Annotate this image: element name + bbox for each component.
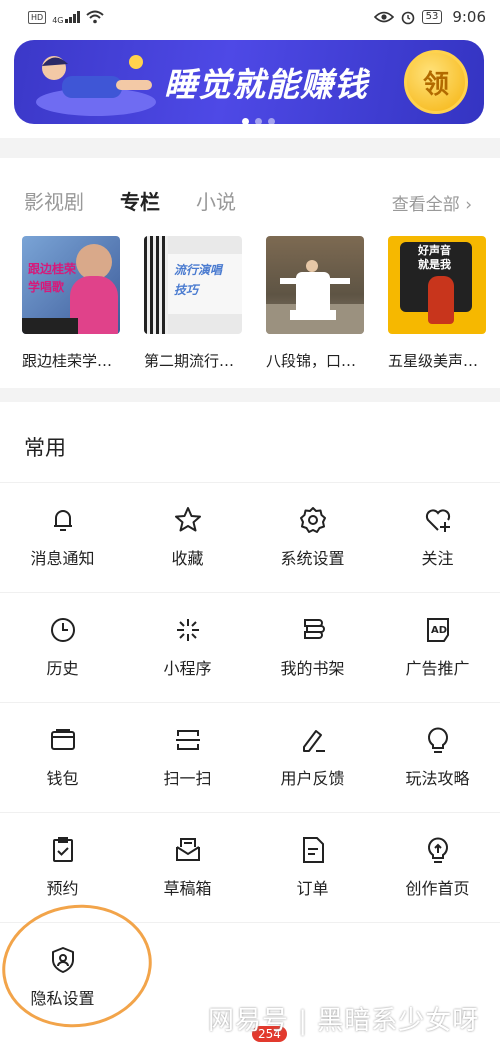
shortcut-label: 玩法攻略 (405, 769, 470, 788)
content-tabs: 影视剧 专栏 小说 (24, 186, 236, 215)
order-icon (302, 837, 324, 863)
shortcut-label: 消息通知 (30, 549, 95, 568)
card-thumbnail: 流行演唱 技巧 (144, 236, 242, 334)
shortcut-label: 预约 (46, 879, 79, 898)
content-card[interactable]: 好声音 就是我 五星级美声… (388, 236, 486, 371)
card-list: 跟边桂荣 学唱歌 跟边桂荣学… 流行演唱 技巧 第二期流行… 八段锦，口… 好声… (22, 236, 486, 371)
shortcut-label: 订单 (296, 879, 329, 898)
feedback-icon (302, 730, 325, 752)
shortcut-row: 历史 小程序 我的书架 AD 广告推广 (0, 592, 500, 702)
shortcut-orders[interactable]: 订单 (250, 813, 375, 922)
tab-column[interactable]: 专栏 (120, 186, 160, 215)
shortcut-label: 收藏 (171, 549, 204, 568)
wifi-icon (86, 10, 105, 24)
shortcut-row: 消息通知 收藏 系统设置 关注 (0, 482, 500, 592)
shortcut-label: 扫一扫 (163, 769, 212, 788)
card-title: 第二期流行… (144, 352, 235, 370)
shortcut-label: 广告推广 (405, 659, 470, 678)
content-card[interactable]: 流行演唱 技巧 第二期流行… (144, 236, 242, 371)
shortcut-history[interactable]: 历史 (0, 593, 125, 702)
card-thumbnail-text: 跟边桂荣 学唱歌 (28, 262, 77, 294)
shortcut-label: 我的书架 (280, 659, 345, 678)
star-icon (174, 507, 201, 532)
content-card[interactable]: 八段锦，口… (266, 236, 364, 371)
shortcut-favorites[interactable]: 收藏 (125, 483, 250, 592)
card-title: 八段锦，口… (266, 352, 357, 370)
card-title: 跟边桂荣学… (22, 352, 113, 370)
watermark-text: 网易号 | 黑暗系少女呀 (208, 1006, 480, 1036)
banner-pagination (242, 118, 275, 124)
clock-icon (50, 618, 75, 642)
lightbulb-icon (427, 727, 448, 753)
shortcut-label: 草稿箱 (163, 879, 212, 898)
content-card[interactable]: 跟边桂荣 学唱歌 跟边桂荣学… (22, 236, 120, 371)
eye-icon (373, 11, 394, 23)
shortcut-feedback[interactable]: 用户反馈 (250, 703, 375, 812)
shortcut-creator-home[interactable]: 创作首页 (375, 813, 500, 922)
svg-text:AD: AD (431, 625, 447, 636)
shortcut-drafts[interactable]: 草稿箱 (125, 813, 250, 922)
shortcut-wallet[interactable]: 钱包 (0, 703, 125, 812)
shortcut-label: 钱包 (46, 769, 79, 788)
status-bar: HD 4G 53 9:06 (0, 0, 500, 34)
view-all-link[interactable]: 查看全部 › (392, 190, 472, 215)
shortcut-system-settings[interactable]: 系统设置 (250, 483, 375, 592)
banner-headline: 睡觉就能赚钱 (164, 65, 368, 104)
shortcut-bookshelf[interactable]: 我的书架 (250, 593, 375, 702)
shortcut-advertising[interactable]: AD 广告推广 (375, 593, 500, 702)
bookshelf-icon (303, 619, 325, 639)
shortcut-mini-program[interactable]: 小程序 (125, 593, 250, 702)
battery-level: 53 (421, 10, 443, 24)
shortcut-guide[interactable]: 玩法攻略 (375, 703, 500, 812)
shortcut-label: 创作首页 (405, 879, 470, 898)
tab-tv-series[interactable]: 影视剧 (24, 186, 84, 215)
card-thumbnail: 跟边桂荣 学唱歌 (22, 236, 120, 334)
card-thumbnail: 好声音 就是我 (388, 236, 486, 334)
ad-icon: AD (426, 618, 449, 642)
wallet-icon (50, 729, 75, 750)
shortcut-label: 关注 (421, 549, 454, 568)
content-section: 影视剧 专栏 小说 查看全部 › 跟边桂荣 学唱歌 跟边桂荣学… 流行演唱 技巧… (0, 158, 500, 388)
card-title: 五星级美声… (388, 352, 479, 370)
shortcut-row: 钱包 扫一扫 用户反馈 玩法攻略 (0, 702, 500, 812)
common-heading: 常用 (24, 436, 66, 460)
shortcut-label: 小程序 (163, 659, 212, 678)
heart-plus-icon (425, 509, 450, 532)
clipboard-check-icon (52, 837, 73, 862)
network-type: 4G (52, 15, 64, 25)
card-thumbnail-text: 流行演唱 技巧 (174, 263, 223, 297)
shortcut-notifications[interactable]: 消息通知 (0, 483, 125, 592)
banner-area: 睡觉就能赚钱 领 (0, 34, 500, 138)
drafts-icon (175, 838, 200, 861)
creator-icon (427, 837, 448, 863)
common-section: 常用 消息通知 收藏 系统设置 关注 历史 小程序 我的书架 AD 广告推广 钱… (0, 402, 500, 1044)
claim-coin-button[interactable]: 领 (404, 50, 468, 114)
card-thumbnail (266, 236, 364, 334)
card-thumbnail-text: 好声音 就是我 (418, 244, 451, 271)
gear-icon (299, 507, 326, 533)
mini-program-icon (176, 619, 199, 641)
tab-novel[interactable]: 小说 (196, 186, 236, 215)
alarm-icon (401, 11, 414, 25)
shortcut-label: 历史 (46, 659, 79, 678)
shortcut-label: 用户反馈 (280, 769, 345, 788)
clock-time: 9:06 (452, 8, 486, 26)
bell-icon (53, 510, 72, 531)
signal-icon (65, 11, 81, 23)
promo-banner[interactable]: 睡觉就能赚钱 领 (14, 40, 484, 124)
hd-indicator: HD (28, 10, 47, 24)
sleeping-person-illustration (36, 55, 156, 116)
shortcut-follow[interactable]: 关注 (375, 483, 500, 592)
scan-icon (175, 730, 200, 750)
shortcut-scan[interactable]: 扫一扫 (125, 703, 250, 812)
shortcut-label: 系统设置 (280, 549, 345, 568)
